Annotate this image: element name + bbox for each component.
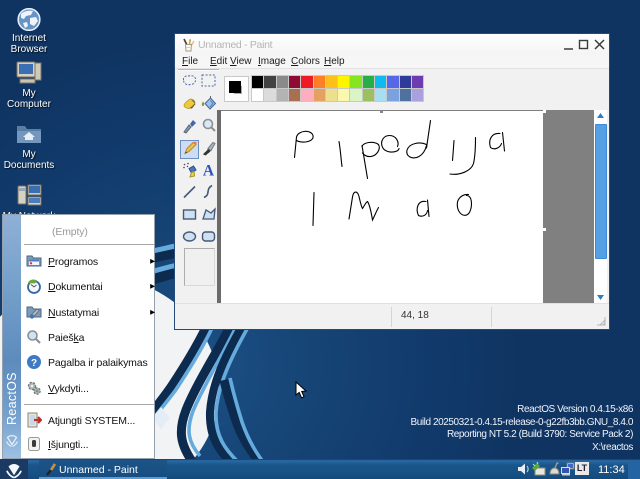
svg-text:?: ?	[31, 358, 37, 369]
svg-text:A: A	[203, 163, 215, 180]
